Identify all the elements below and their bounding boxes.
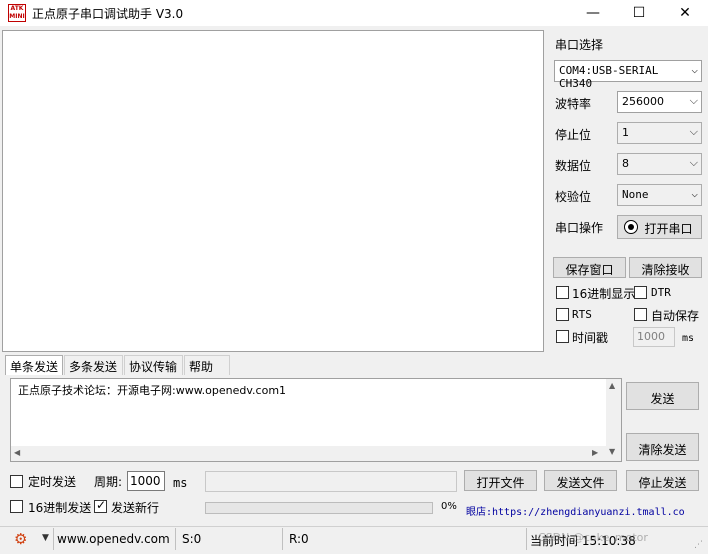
received-count: R:0 xyxy=(289,532,309,546)
chevron-down-icon: ⌵ xyxy=(689,156,698,169)
stop-send-button[interactable]: 停止发送 xyxy=(626,470,699,491)
hex-send-label: 16进制发送 xyxy=(28,501,92,515)
period-label: 周期: xyxy=(94,475,123,489)
scroll-up-icon[interactable]: ▲ xyxy=(609,381,615,390)
send-progress-bar xyxy=(205,502,433,514)
hex-send-checkbox[interactable] xyxy=(10,500,23,513)
save-window-button[interactable]: 保存窗口 xyxy=(553,257,626,278)
chevron-down-icon: ⌵ xyxy=(689,94,698,107)
stopbits-label: 停止位 xyxy=(555,128,592,142)
clear-receive-button[interactable]: 清除接收 xyxy=(629,257,702,278)
status-separator xyxy=(526,528,527,550)
stopbits-select[interactable]: 1 ⌵ xyxy=(617,122,702,144)
tab-help[interactable]: 帮助 xyxy=(184,355,230,375)
tab-single-send[interactable]: 单条发送 xyxy=(5,355,63,375)
status-separator xyxy=(53,528,54,550)
rts-label: RTS xyxy=(572,308,592,321)
databits-select[interactable]: 8 ⌵ xyxy=(617,153,702,175)
period-input[interactable]: 1000 xyxy=(127,471,165,491)
status-separator xyxy=(282,528,283,550)
timestamp-checkbox[interactable] xyxy=(556,330,569,343)
minimize-button[interactable]: — xyxy=(570,0,616,26)
window-title: 正点原子串口调试助手 V3.0 xyxy=(32,7,184,21)
stopbits-value: 1 xyxy=(622,126,629,139)
timestamp-label: 时间戳 xyxy=(572,331,609,345)
tab-multi-send[interactable]: 多条发送 xyxy=(64,355,123,375)
parity-select[interactable]: None ⌵ xyxy=(617,184,702,206)
gear-icon[interactable]: ⚙ xyxy=(14,530,27,548)
baud-label: 波特率 xyxy=(555,97,592,111)
auto-save-checkbox[interactable] xyxy=(634,308,647,321)
send-file-button[interactable]: 发送文件 xyxy=(544,470,617,491)
resize-grip-icon[interactable]: ⋰ xyxy=(694,540,703,550)
send-horizontal-scrollbar[interactable]: ◀ ▶ xyxy=(11,446,606,461)
databits-value: 8 xyxy=(622,157,629,170)
dropdown-arrow-icon[interactable]: ▼ xyxy=(42,533,49,543)
clear-send-button[interactable]: 清除发送 xyxy=(626,433,699,461)
auto-save-label: 自动保存 xyxy=(651,309,700,323)
hex-display-checkbox[interactable] xyxy=(556,286,569,299)
scroll-right-icon[interactable]: ▶ xyxy=(592,448,598,457)
port-select-label: 串口选择 xyxy=(555,38,604,52)
timestamp-unit: ms xyxy=(682,333,695,344)
tab-protocol[interactable]: 协议传输 xyxy=(124,355,183,375)
port-select[interactable]: COM4:USB-SERIAL CH340 ⌵ xyxy=(554,60,702,90)
parity-label: 校验位 xyxy=(555,190,592,204)
send-button[interactable]: 发送 xyxy=(626,382,699,410)
open-port-label: 打开串口 xyxy=(644,222,693,236)
sent-count: S:0 xyxy=(182,532,202,546)
timed-send-checkbox[interactable] xyxy=(10,475,23,488)
open-file-button[interactable]: 打开文件 xyxy=(464,470,537,491)
hex-display-label: 16进制显示 xyxy=(572,287,636,301)
send-text: 正点原子技术论坛：开源电子网:www.openedv.com1 xyxy=(18,384,287,397)
parity-value: None xyxy=(622,188,649,201)
send-newline-checkbox[interactable] xyxy=(94,498,107,513)
close-button[interactable]: ✕ xyxy=(662,0,708,26)
watermark: CSDN @cake_motor xyxy=(538,531,648,544)
receive-textarea[interactable] xyxy=(2,30,544,352)
shop-link[interactable]: 眼店:https://zhengdianyuanzi.tmall.co xyxy=(466,503,692,517)
status-separator xyxy=(175,528,176,550)
baud-value: 256000 xyxy=(622,95,664,108)
file-path-input[interactable] xyxy=(205,471,457,492)
port-status-icon xyxy=(624,220,638,234)
scroll-left-icon[interactable]: ◀ xyxy=(14,448,20,457)
baud-select[interactable]: 256000 ⌵ xyxy=(617,91,702,113)
chevron-down-icon: ⌵ xyxy=(691,63,698,76)
databits-label: 数据位 xyxy=(555,159,592,173)
rts-checkbox[interactable] xyxy=(556,308,569,321)
dtr-checkbox[interactable] xyxy=(634,286,647,299)
timestamp-input[interactable]: 1000 xyxy=(633,327,675,347)
website-label[interactable]: www.openedv.com xyxy=(57,532,170,546)
progress-percent: 0% xyxy=(441,501,457,512)
timed-send-label: 定时发送 xyxy=(28,475,77,489)
port-operation-label: 串口操作 xyxy=(555,221,604,235)
dtr-label: DTR xyxy=(651,286,671,299)
chevron-down-icon: ⌵ xyxy=(689,125,698,138)
period-unit: ms xyxy=(173,476,188,490)
send-newline-label: 发送新行 xyxy=(111,501,160,515)
port-select-value: COM4:USB-SERIAL CH340 xyxy=(559,64,659,90)
app-logo-icon: ATK MINI xyxy=(8,4,26,22)
scroll-down-icon[interactable]: ▼ xyxy=(609,447,615,456)
maximize-button[interactable]: ☐ xyxy=(616,0,662,26)
send-vertical-scrollbar[interactable]: ▲ ▼ xyxy=(606,379,621,461)
chevron-down-icon: ⌵ xyxy=(691,187,698,200)
